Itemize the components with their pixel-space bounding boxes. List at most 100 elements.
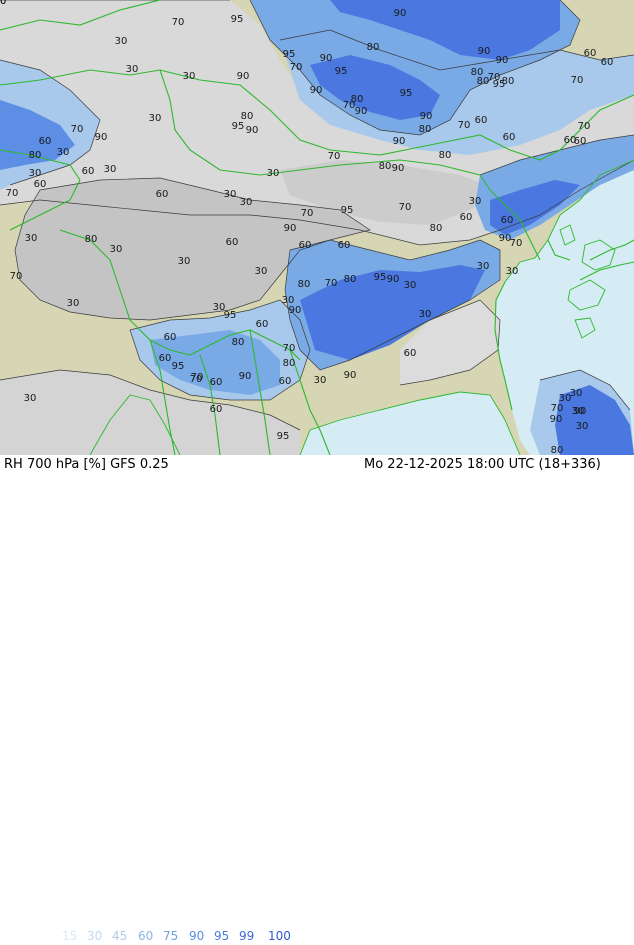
contour-label: 30: [506, 266, 519, 277]
contour-label: 80: [379, 161, 392, 172]
contour-label: 70: [6, 188, 19, 199]
contour-label: 60: [601, 57, 614, 68]
map-canvas: 95709030803095 907090 6090 60809590 80709580…: [0, 0, 634, 455]
legend-value: 100: [268, 929, 291, 943]
contour-label: 60: [574, 136, 587, 147]
contour-label: 90: [237, 71, 250, 82]
contour-label: 80: [419, 124, 432, 135]
contour-label: 60: [82, 166, 95, 177]
contour-label: 30: [224, 189, 237, 200]
contour-label: 30: [57, 147, 70, 158]
contour-label: 60: [0, 0, 6, 7]
contour-label: 70: [510, 238, 523, 249]
contour-label: 30: [110, 244, 123, 255]
contour-label: 30: [104, 164, 117, 175]
contour-label: 95: [277, 431, 290, 442]
contour-label: 90: [310, 85, 323, 96]
contour-label: 95: [231, 14, 244, 25]
contour-label: 90: [420, 111, 433, 122]
map-title: RH 700 hPa [%] GFS 0.25: [4, 457, 169, 472]
contour-label: 90: [284, 223, 297, 234]
contour-label: 70: [283, 343, 296, 354]
contour-label: 30: [183, 71, 196, 82]
contour-label: 95: [374, 272, 387, 283]
legend-value: 30: [87, 929, 103, 943]
contour-label: 80: [232, 337, 245, 348]
contour-label: 70: [290, 62, 303, 73]
contour-label: 60: [210, 377, 223, 388]
legend-value: 99: [239, 929, 255, 943]
contour-label: 60: [164, 332, 177, 343]
contour-label: 60: [156, 189, 169, 200]
contour-label: 80: [298, 279, 311, 290]
contour-label: 80: [430, 223, 443, 234]
contour-label: 70: [301, 208, 314, 219]
contour-label: 30: [267, 168, 280, 179]
contour-label: 60: [501, 215, 514, 226]
contour-label: 70: [172, 17, 185, 28]
contour-label: 30: [149, 113, 162, 124]
contour-label: 90: [393, 136, 406, 147]
contour-label: 60: [256, 319, 269, 330]
contour-label: 70: [328, 151, 341, 162]
contour-label: 60: [226, 237, 239, 248]
contour-label: 30: [29, 168, 42, 179]
contour-label: 30: [24, 393, 37, 404]
contour-label: 95: [232, 121, 245, 132]
contour-label: 30: [477, 261, 490, 272]
legend-value: 95: [214, 929, 230, 943]
contour-label: 30: [419, 309, 432, 320]
weather-map: 95 70 90 30 80 30 95 90 70 90 60 90 60 80 95 90 80 70 95 80…: [0, 0, 634, 455]
legend-value: 45: [112, 929, 128, 943]
contour-label: 90: [344, 370, 357, 381]
contour-label: 95: [283, 49, 296, 60]
contour-label: 90: [574, 406, 587, 417]
contour-label: 60: [279, 376, 292, 387]
contour-label: 80: [439, 150, 452, 161]
contour-label: 95: [400, 88, 413, 99]
contour-label: 30: [178, 256, 191, 267]
legend-value: 60: [138, 929, 154, 943]
contour-label: 60: [404, 348, 417, 359]
contour-label: 90: [387, 274, 400, 285]
contour-label: 30: [469, 196, 482, 207]
legend-value: 75: [163, 929, 179, 943]
contour-label: 95: [335, 66, 348, 77]
contour-label: 60: [299, 240, 312, 251]
contour-label: 70: [578, 121, 591, 132]
contour-label: 70: [10, 271, 23, 282]
contour-label: 30: [115, 36, 128, 47]
contour-label: 90: [496, 55, 509, 66]
contour-label: 80: [344, 274, 357, 285]
map-datetime: Mo 22-12-2025 18:00 UTC (18+336): [364, 457, 601, 472]
contour-label: 90: [478, 46, 491, 57]
contour-label: 90: [550, 414, 563, 425]
contour-label: 70: [190, 374, 203, 385]
legend-value: 15: [62, 929, 78, 943]
contour-label: 80: [551, 445, 564, 455]
contour-label: 70: [71, 124, 84, 135]
contour-label: 60: [34, 179, 47, 190]
contour-label: 95: [341, 205, 354, 216]
contour-label: 90: [394, 8, 407, 19]
contour-label: 90: [320, 53, 333, 64]
map-footer: RH 700 hPa [%] GFS 0.25 Mo 22-12-2025 18…: [0, 455, 634, 943]
contour-label: 30: [240, 197, 253, 208]
contour-label: 30: [314, 375, 327, 386]
contour-label: 60: [159, 353, 172, 364]
contour-label: 80: [283, 358, 296, 369]
contour-label: 30: [255, 266, 268, 277]
contour-label: 80: [367, 42, 380, 53]
contour-label: 60: [503, 132, 516, 143]
legend-value: 90: [189, 929, 205, 943]
contour-label: 80: [85, 234, 98, 245]
contour-label: 60: [39, 136, 52, 147]
contour-label: 95: [224, 310, 237, 321]
contour-label: 70: [399, 202, 412, 213]
contour-label: 70: [343, 100, 356, 111]
contour-label: 90: [239, 371, 252, 382]
contour-label: 60: [475, 115, 488, 126]
contour-label: 70: [571, 75, 584, 86]
contour-label: 60: [210, 404, 223, 415]
contour-label: 80: [502, 76, 515, 87]
